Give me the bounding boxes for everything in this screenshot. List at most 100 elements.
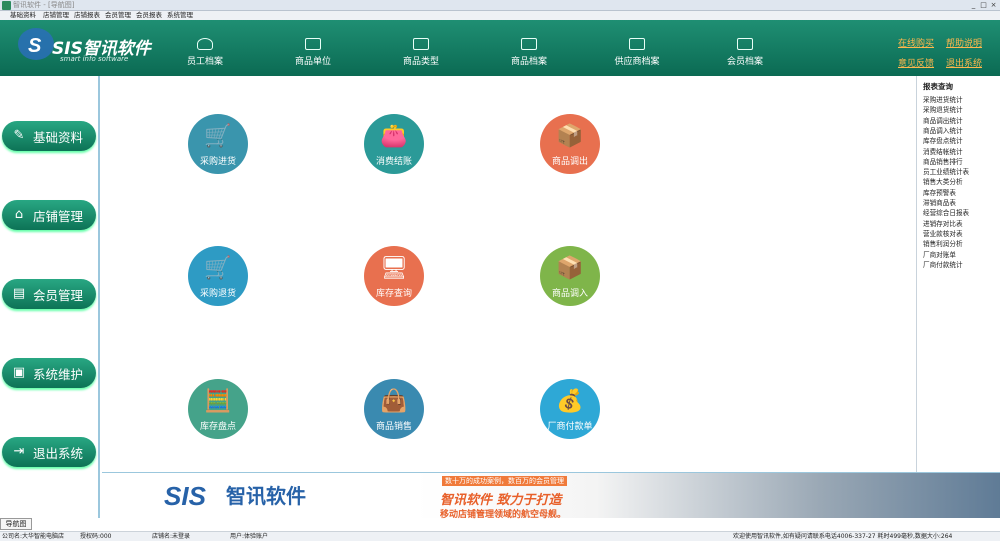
menu-store-management[interactable]: 店铺管理 [43, 11, 69, 20]
banner-headline: 智讯软件 致力于打造 [440, 493, 562, 508]
title-bar: 智讯软件 - [导航图] _ □ × [0, 0, 1000, 11]
left-navigation: ✎ 基础资料 ⌂ 店铺管理 ▤ 会员管理 ▣ 系统维护 ⇥ 退出系统 [0, 76, 100, 518]
product-type-label: 商品类型 [402, 57, 439, 67]
house-icon: ⌂ [14, 207, 24, 222]
menu-store-reports[interactable]: 店铺报表 [74, 11, 100, 20]
nav-store-management-label: 店铺管理 [33, 208, 84, 224]
tile-consume-checkout[interactable]: 👛 消费结账 [364, 114, 424, 174]
product-unit-button[interactable]: 商品单位 [273, 34, 353, 74]
bag-icon: 👜 [380, 389, 408, 414]
maximize-button[interactable]: □ [979, 1, 988, 9]
report-item[interactable]: 滞销商品表 [923, 198, 956, 208]
nav-store-management[interactable]: ⌂ 店铺管理 [2, 200, 96, 230]
menu-basic-data[interactable]: 基础资料 [10, 11, 36, 20]
minimize-button[interactable]: _ [969, 1, 978, 9]
barcode-icon [413, 38, 429, 50]
nav-system-maintenance-label: 系统维护 [33, 366, 84, 382]
nav-map-tab[interactable]: 导航图 [0, 518, 32, 530]
status-bar: 公司名:大华智能电脑店 授权码:000 店铺名:未登录 用户:体验账户 欢迎使用… [0, 531, 1000, 541]
tile-goods-transfer-out[interactable]: 📦 商品调出 [540, 114, 600, 174]
card-icon [737, 38, 753, 50]
report-item[interactable]: 商品调入统计 [923, 126, 963, 136]
nav-exit-system[interactable]: ⇥ 退出系统 [2, 437, 96, 467]
product-unit-label: 商品单位 [294, 57, 331, 67]
unit-icon [305, 38, 321, 50]
buy-online-link[interactable]: 在线购买 [898, 36, 934, 49]
tile-goods-sales[interactable]: 👜 商品销售 [364, 379, 424, 439]
report-item[interactable]: 员工业绩统计表 [923, 167, 969, 177]
help-link[interactable]: 帮助说明 [946, 36, 982, 49]
header-toolbar: S SIS智讯软件 smart info software 员工档案 商品单位 … [0, 20, 1000, 76]
tile-supplier-payment-label: 厂商付款单 [547, 422, 593, 432]
tile-purchase-in[interactable]: 🛒 采购进货 [188, 114, 248, 174]
report-item[interactable]: 商品销售排行 [923, 157, 963, 167]
exit-icon: ⇥ [13, 444, 25, 459]
card-icon: ▤ [12, 286, 26, 301]
banner-logo: SIS 智讯软件 [164, 481, 306, 511]
toolbox-icon: ▣ [12, 365, 26, 380]
report-item[interactable]: 消费结帐统计 [923, 147, 963, 157]
member-file-label: 会员档案 [726, 57, 763, 67]
product-type-button[interactable]: 商品类型 [381, 34, 461, 74]
svg-text:SIS: SIS [164, 481, 207, 511]
report-item[interactable]: 进销存对比表 [923, 219, 963, 229]
report-item[interactable]: 销售利润分析 [923, 239, 963, 249]
product-file-button[interactable]: 商品档案 [489, 34, 569, 74]
money-bag-icon: 💰 [556, 389, 584, 414]
box-in-icon: 📦 [556, 256, 584, 281]
nav-system-maintenance[interactable]: ▣ 系统维护 [2, 358, 96, 388]
report-item[interactable]: 商品调出统计 [923, 116, 963, 126]
report-panel: 报表查询 采购进货统计 采购退货统计 商品调出统计 商品调入统计 库存盘点统计 消费结帐统… [916, 76, 1000, 472]
tile-supplier-payment[interactable]: 💰 厂商付款单 [540, 379, 600, 439]
menu-member-management[interactable]: 会员管理 [105, 11, 131, 20]
svg-text:智讯软件: 智讯软件 [226, 484, 306, 508]
calculator-icon: 🧮 [204, 389, 232, 414]
report-item[interactable]: 厂商对账单 [923, 250, 956, 260]
cart-icon: 🛒 [204, 124, 232, 149]
nav-basic-data-label: 基础资料 [33, 129, 84, 145]
supplier-file-label: 供应商档案 [614, 57, 660, 67]
promo-banner: SIS 智讯软件 数十万的成功案例，数百万的会员管理 智讯软件 致力于打造 移动… [102, 472, 1000, 520]
nav-basic-data[interactable]: ✎ 基础资料 [2, 121, 96, 151]
menu-bar: 基础资料 店铺管理 店铺报表 会员管理 会员报表 系统管理 [0, 11, 1000, 20]
nav-member-management[interactable]: ▤ 会员管理 [2, 279, 96, 309]
close-button[interactable]: × [989, 1, 998, 9]
app-icon [2, 1, 11, 10]
banner-slogan: 移动店铺管理领域的航空母舰。 [440, 510, 567, 520]
exit-system-link[interactable]: 退出系统 [946, 56, 982, 69]
member-file-button[interactable]: 会员档案 [705, 34, 785, 74]
tile-purchase-return[interactable]: 🛒 采购退货 [188, 246, 248, 306]
report-item[interactable]: 采购进货统计 [923, 95, 963, 105]
tile-purchase-in-label: 采购进货 [199, 157, 236, 167]
report-item[interactable]: 销售大类分析 [923, 177, 963, 187]
report-panel-title: 报表查询 [923, 82, 953, 91]
tile-stock-query[interactable]: 🖥 库存查询 [364, 246, 424, 306]
nav-member-management-label: 会员管理 [33, 287, 84, 303]
tile-goods-transfer-out-label: 商品调出 [551, 157, 588, 167]
menu-member-reports[interactable]: 会员报表 [136, 11, 162, 20]
tile-goods-sales-label: 商品销售 [375, 422, 412, 432]
report-item[interactable]: 库存盘点统计 [923, 136, 963, 146]
tile-stock-count-label: 库存盘点 [199, 422, 236, 432]
supplier-file-button[interactable]: 供应商档案 [597, 34, 677, 74]
window-title: 智讯软件 - [导航图] [13, 1, 75, 9]
report-item[interactable]: 采购退货统计 [923, 105, 963, 115]
report-item[interactable]: 厂商付款统计 [923, 260, 963, 270]
report-item[interactable]: 库存预警表 [923, 188, 956, 198]
monitor-icon: 🖥 [380, 256, 408, 281]
tile-stock-count[interactable]: 🧮 库存盘点 [188, 379, 248, 439]
main-tile-area: 🛒 采购进货 👛 消费结账 📦 商品调出 🛒 采购退货 🖥 库存查询 📦 商品调… [102, 76, 916, 472]
box-out-icon: 📦 [556, 124, 584, 149]
brand-subtitle: smart info software [60, 55, 129, 63]
menu-system-management[interactable]: 系统管理 [167, 11, 193, 20]
calendar-icon [521, 38, 537, 50]
tile-goods-transfer-in[interactable]: 📦 商品调入 [540, 246, 600, 306]
banner-tagline: 数十万的成功案例，数百万的会员管理 [442, 476, 567, 486]
report-item[interactable]: 营业款核对表 [923, 229, 963, 239]
calendar-icon [629, 38, 645, 50]
nav-exit-system-label: 退出系统 [33, 445, 84, 461]
report-item[interactable]: 经营综合日报表 [923, 208, 969, 218]
wallet-icon: 👛 [380, 124, 408, 149]
feedback-link[interactable]: 意见反馈 [898, 56, 934, 69]
staff-file-button[interactable]: 员工档案 [165, 34, 245, 74]
